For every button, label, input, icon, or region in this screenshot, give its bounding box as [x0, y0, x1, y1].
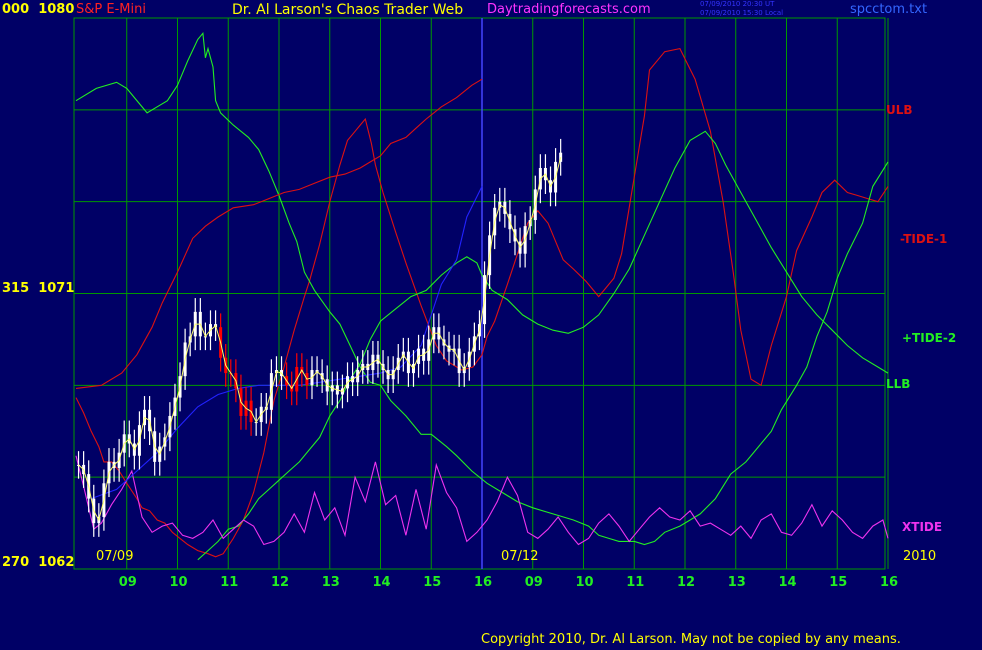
year-label: 2010 — [903, 549, 937, 564]
tide1-label: -TIDE-1 — [900, 232, 948, 246]
date-label-1: 07/09 — [96, 549, 134, 564]
chart-title: Dr. Al Larson's Chaos Trader Web — [232, 2, 464, 18]
chart-plot: 09 10 11 12 13 14 15 16 09 10 11 12 13 14 15 16 — [73, 17, 898, 590]
x-tick-label: 15 — [829, 575, 847, 590]
moving-average-line — [78, 157, 562, 522]
x-tick-label: 13 — [322, 575, 340, 590]
top-price-label: 000 1080 — [2, 2, 75, 17]
date-label-2: 07/12 — [501, 549, 539, 564]
x-tick-label: 10 — [576, 575, 594, 590]
tide2-label: +TIDE-2 — [902, 331, 957, 345]
x-tick-label: 16 — [474, 575, 492, 590]
copyright-text: Copyright 2010, Dr. Al Larson. May not b… — [481, 632, 901, 647]
low-price-label: 270 1062 — [2, 555, 75, 570]
x-tick-label: 09 — [525, 575, 543, 590]
ulb-label: ULB — [886, 103, 913, 117]
instrument-label: S&P E-Mini — [76, 2, 146, 17]
time-local-label: 07/09/2010 15:30 Local — [700, 9, 784, 17]
time-ut-label: 07/09/2010 20:30 UT — [700, 0, 775, 8]
x-tick-label: 12 — [677, 575, 695, 590]
llb-label: LLB — [886, 377, 911, 391]
x-tick-label: 10 — [170, 575, 188, 590]
x-tick-label: 15 — [423, 575, 441, 590]
x-tick-label: 11 — [626, 575, 644, 590]
site-label: Daytradingforecasts.com — [487, 2, 651, 17]
filename-label: spcctom.txt — [850, 2, 928, 17]
x-tick-label: 13 — [728, 575, 746, 590]
x-tick-label: 09 — [119, 575, 137, 590]
series-line-llb — [197, 130, 889, 561]
x-tick-label: 11 — [220, 575, 238, 590]
x-tick-label: 16 — [880, 575, 898, 590]
mid-price-label: 315 1071 — [2, 281, 75, 296]
x-tick-label: 12 — [271, 575, 289, 590]
x-tick-label: 14 — [779, 575, 797, 590]
xtide-label: XTIDE — [902, 520, 943, 534]
x-tick-label: 14 — [373, 575, 391, 590]
